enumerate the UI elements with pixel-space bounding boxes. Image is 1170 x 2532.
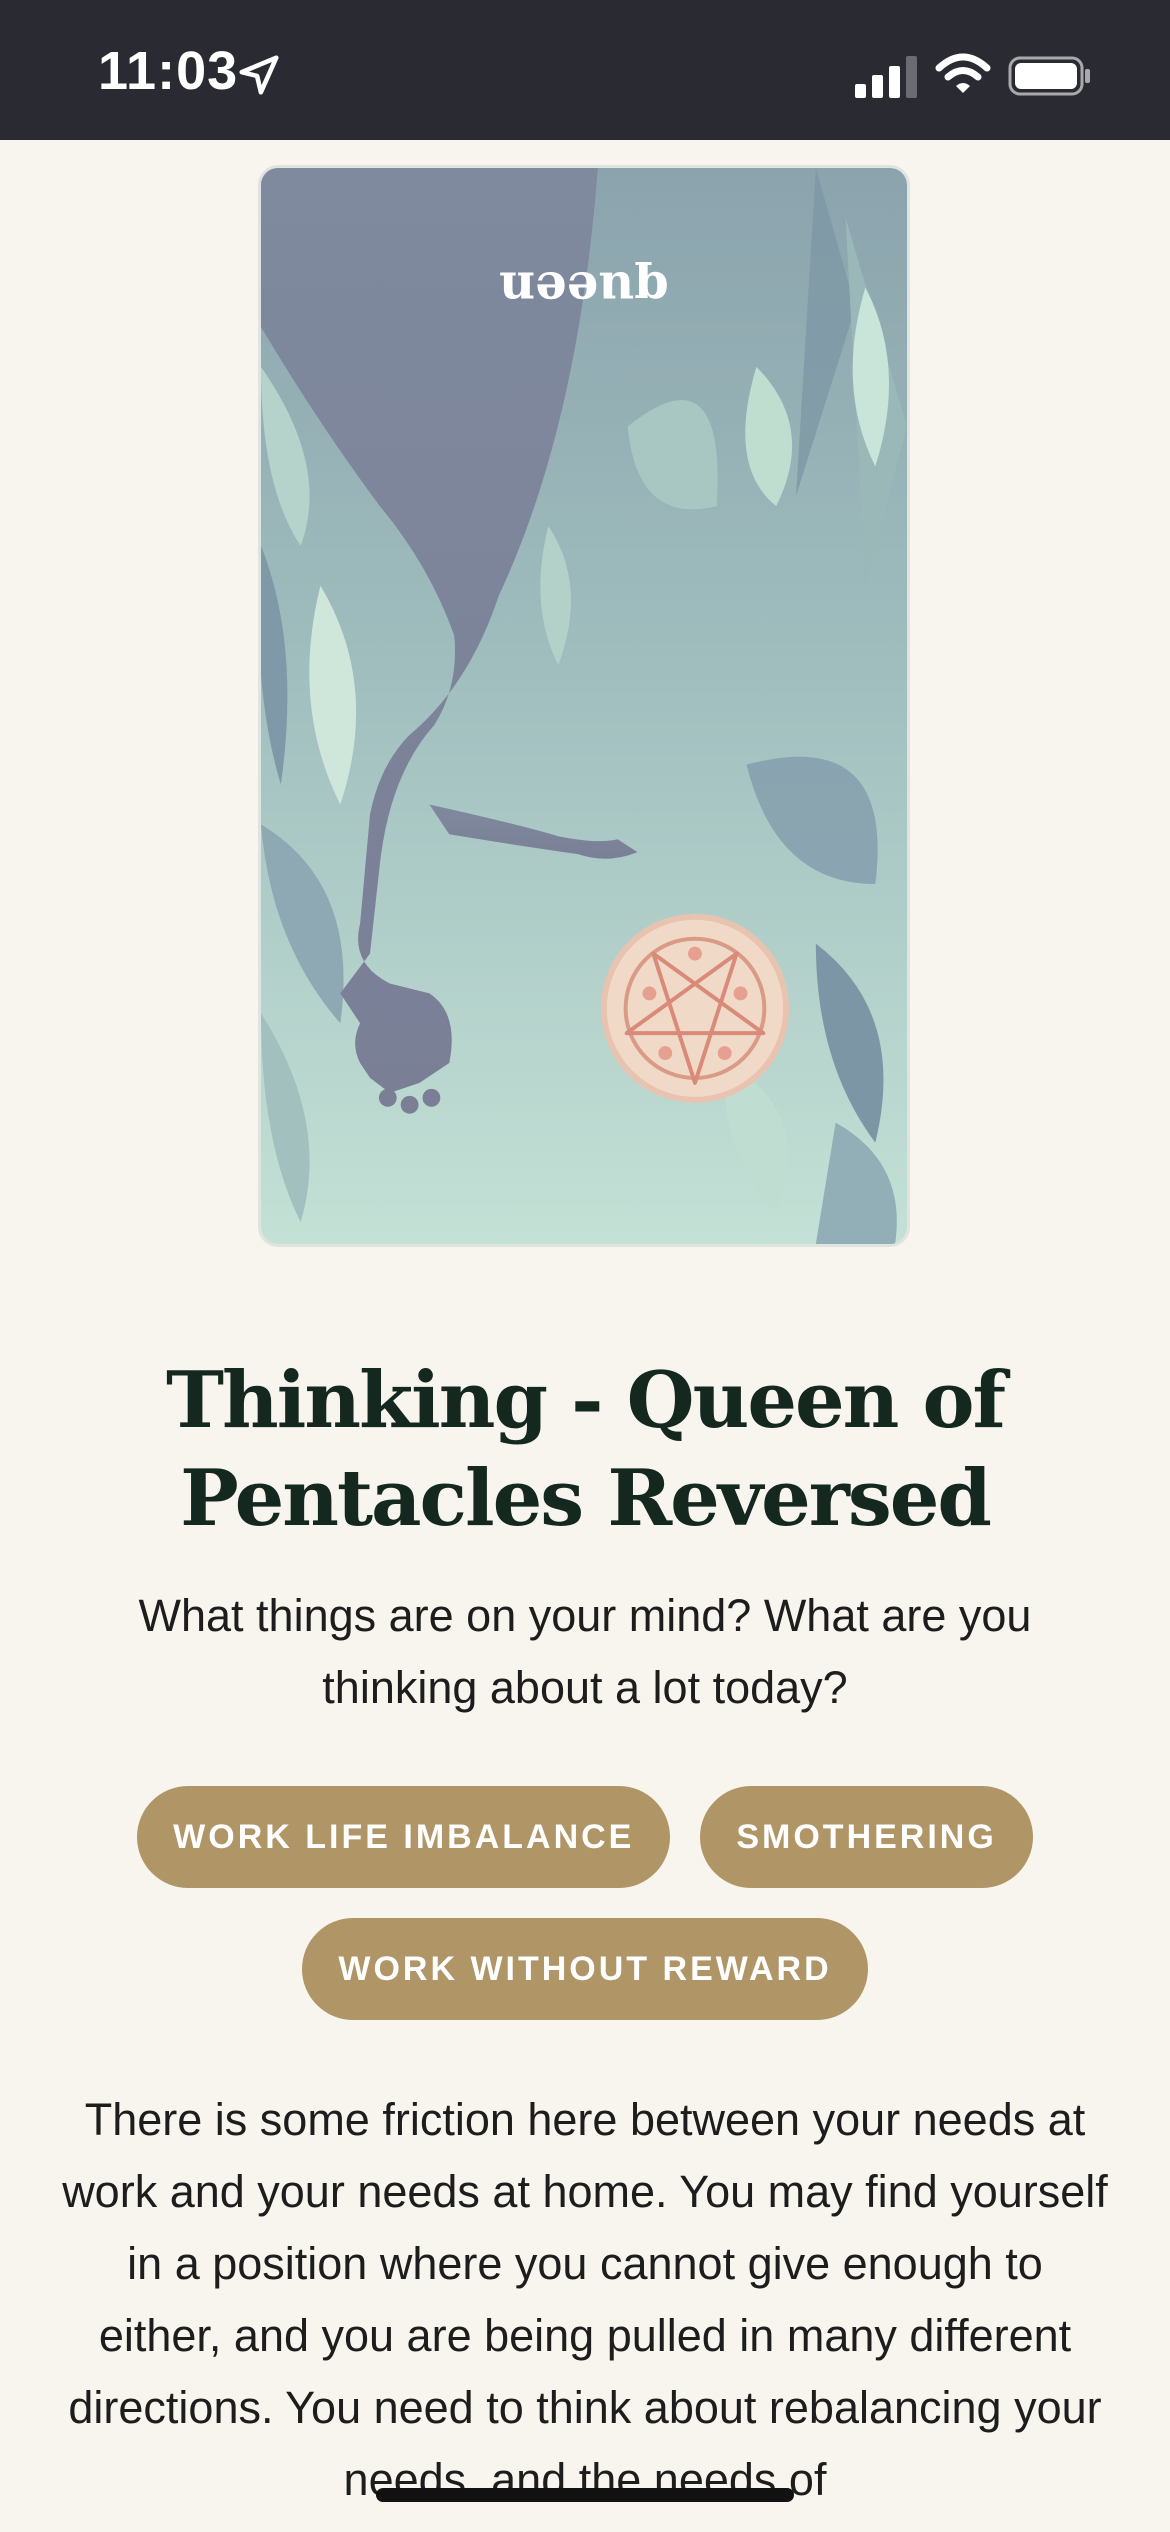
reading-prompt: What things are on your mind? What are y… bbox=[138, 1590, 1032, 1713]
reading-title: Thinking - Queen of Pentacles Reversed bbox=[165, 1355, 1006, 1544]
status-bar: 11:03 bbox=[0, 0, 1170, 140]
tarot-card-image[interactable]: queen bbox=[258, 165, 910, 1247]
tag-smothering[interactable]: SMOTHERING bbox=[700, 1786, 1033, 1888]
wifi-icon bbox=[935, 53, 991, 93]
reading-description: There is some friction here between your… bbox=[62, 2094, 1108, 2505]
card-label: queen bbox=[499, 260, 669, 319]
location-arrow-icon bbox=[239, 55, 279, 95]
home-indicator[interactable] bbox=[376, 2488, 794, 2502]
pentacle-coin-icon bbox=[600, 913, 790, 1103]
tag-work-without-reward[interactable]: WORK WITHOUT REWARD bbox=[302, 1918, 868, 2020]
card-label-group: queen bbox=[499, 260, 669, 319]
tag-list: WORK LIFE IMBALANCE SMOTHERING WORK WITH… bbox=[90, 1786, 1080, 2020]
status-time: 11:03 bbox=[98, 41, 239, 101]
battery-icon bbox=[1008, 56, 1090, 96]
cellular-signal-icon bbox=[855, 56, 917, 98]
tag-work-life-imbalance[interactable]: WORK LIFE IMBALANCE bbox=[137, 1786, 671, 1888]
